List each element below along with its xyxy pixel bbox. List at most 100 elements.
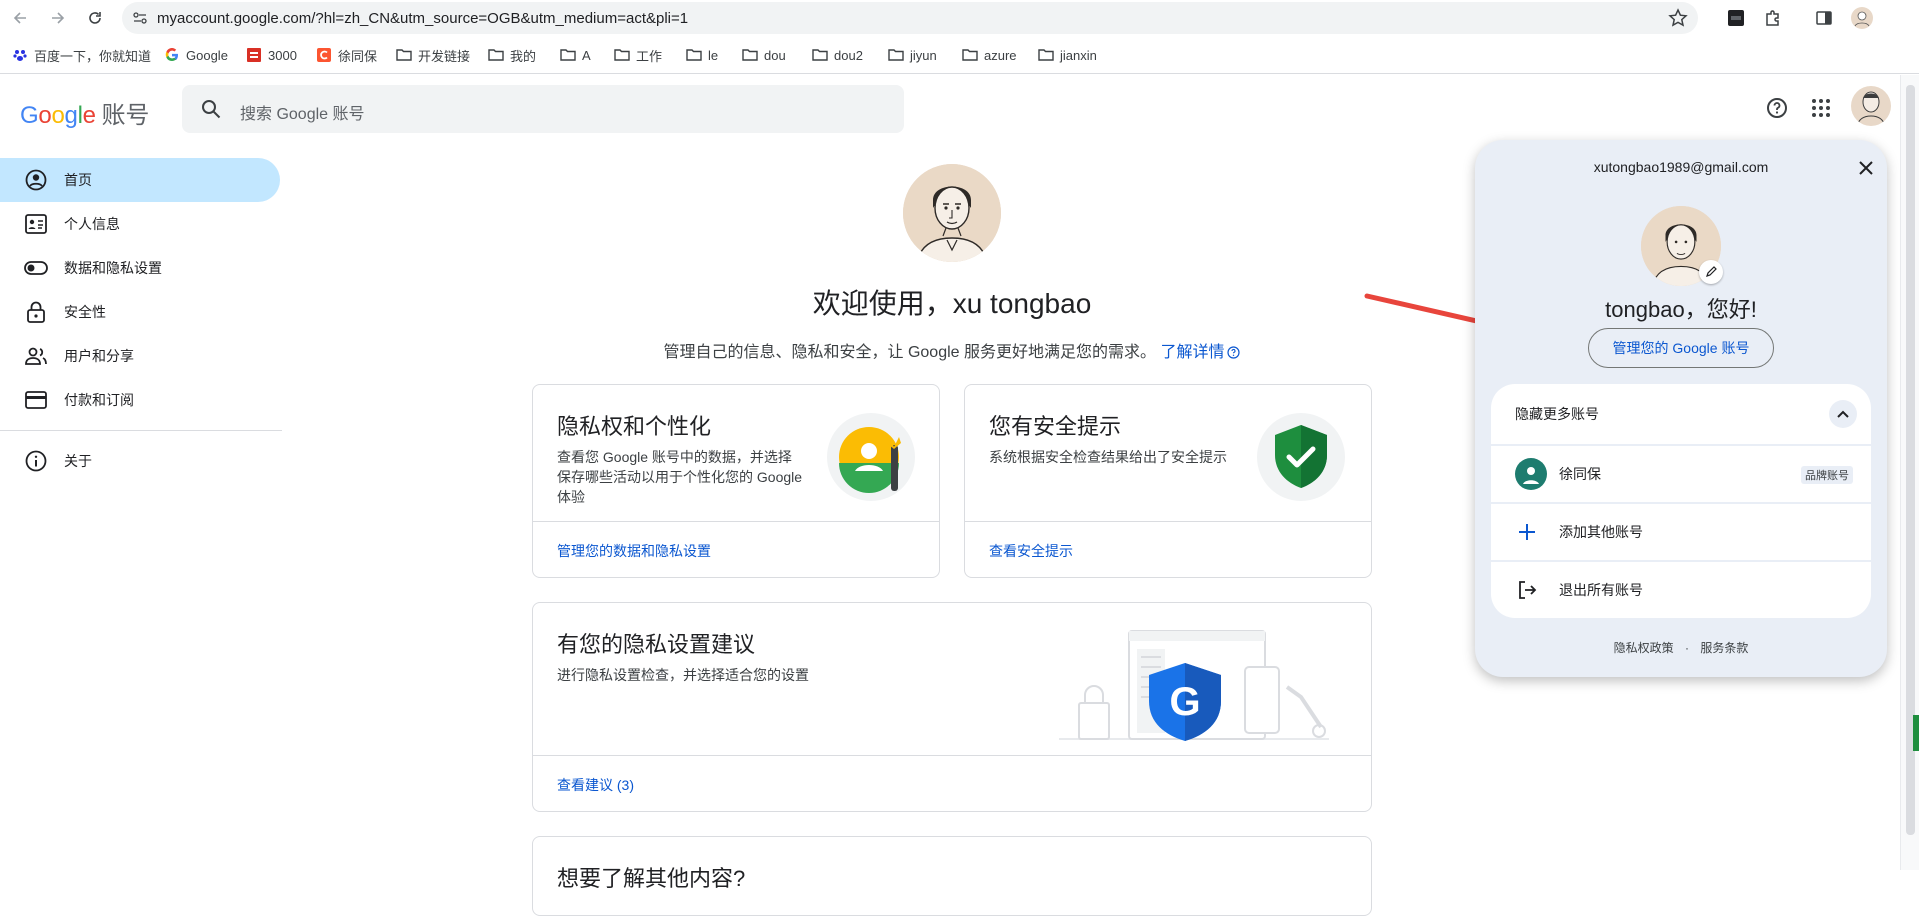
search-input[interactable]: 搜索 Google 账号 xyxy=(182,85,904,133)
privacy-policy-link[interactable]: 隐私权政策 xyxy=(1614,641,1674,655)
learn-more-link[interactable]: 了解详情 xyxy=(1160,344,1241,364)
extension-app-icon xyxy=(1727,9,1745,27)
c-logo-icon xyxy=(316,47,332,63)
page-scrollbar[interactable] xyxy=(1900,75,1919,870)
popup-footer: 隐私权政策 · 服务条款 xyxy=(1475,639,1887,656)
account-menu-popup: xutongbao1989@gmail.com tongbao，您好! 管理您的… xyxy=(1475,140,1887,677)
view-suggestions-link[interactable]: 查看建议 (3) xyxy=(557,775,634,795)
bookmark-label: 开发链接 xyxy=(418,48,471,64)
sidebar-item-home[interactable]: 首页 xyxy=(0,158,280,202)
account-avatar-button[interactable] xyxy=(1851,86,1891,126)
sidebar-item-label: 付款和订阅 xyxy=(64,392,134,408)
bookmark-folder[interactable]: 工作 xyxy=(614,45,662,65)
bookmark-label: jiyun xyxy=(910,47,937,63)
folder-icon xyxy=(488,47,504,63)
profile-photo[interactable] xyxy=(903,164,1001,262)
sidebar-item-about[interactable]: 关于 xyxy=(0,439,282,483)
bookmark-baidu[interactable]: 百度一下，你就知道 xyxy=(12,45,151,65)
terms-of-service-link[interactable]: 服务条款 xyxy=(1700,641,1748,655)
forward-button[interactable] xyxy=(46,6,70,30)
edit-photo-button[interactable] xyxy=(1699,260,1723,284)
paw-icon xyxy=(12,47,28,63)
manage-account-button[interactable]: 管理您的 Google 账号 xyxy=(1588,328,1774,368)
profile-button[interactable] xyxy=(1850,6,1874,30)
bookmark-xutongbao[interactable]: 徐同保 xyxy=(316,45,377,65)
security-card[interactable]: 您有安全提示 系统根据安全检查结果给出了安全提示 查看安全提示 xyxy=(964,384,1372,578)
add-account-label: 添加其他账号 xyxy=(1559,524,1643,540)
hide-accounts-toggle[interactable]: 隐藏更多账号 xyxy=(1491,384,1871,444)
reload-icon xyxy=(87,10,103,26)
desc-line: 体验 xyxy=(557,489,585,505)
more-content-card[interactable]: 想要了解其他内容? xyxy=(532,836,1372,916)
apps-button[interactable] xyxy=(1809,96,1833,120)
bookmark-folder[interactable]: jiyun xyxy=(888,45,937,65)
back-button[interactable] xyxy=(8,6,32,30)
search-icon xyxy=(200,98,222,120)
sidebar-item-data-privacy[interactable]: 数据和隐私设置 xyxy=(0,246,282,290)
subtitle-text: 管理自己的信息、隐私和安全，让 Google 服务更好地满足您的需求。 xyxy=(663,344,1157,361)
account-row[interactable]: 徐同保 品牌账号 xyxy=(1491,446,1871,502)
folder-icon xyxy=(812,47,828,63)
sidebar-item-label: 首页 xyxy=(64,172,92,188)
bookmark-star-icon[interactable] xyxy=(1668,8,1688,28)
add-account-row[interactable]: 添加其他账号 xyxy=(1491,504,1871,560)
sign-out-all-row[interactable]: 退出所有账号 xyxy=(1491,562,1871,618)
sidebar-item-label: 用户和分享 xyxy=(64,348,134,364)
bookmark-folder[interactable]: le xyxy=(686,45,718,65)
extension-button[interactable] xyxy=(1724,6,1748,30)
folder-icon xyxy=(614,47,630,63)
sidebar-item-label: 关于 xyxy=(64,453,92,469)
bookmark-folder[interactable]: A xyxy=(560,45,591,65)
lock-icon xyxy=(24,300,48,324)
sidebar-item-people-sharing[interactable]: 用户和分享 xyxy=(0,334,282,378)
profile-avatar-icon xyxy=(1851,7,1873,29)
site-settings-icon[interactable] xyxy=(132,10,148,26)
bookmark-folder[interactable]: jianxin xyxy=(1038,45,1097,65)
toggle-icon xyxy=(24,256,48,280)
manage-data-privacy-link[interactable]: 管理您的数据和隐私设置 xyxy=(557,541,711,561)
google-g-icon xyxy=(164,47,180,63)
extensions-menu-button[interactable] xyxy=(1761,6,1785,30)
bookmark-folder[interactable]: dou xyxy=(742,45,786,65)
logo-letter: o xyxy=(38,102,52,129)
side-panel-button[interactable] xyxy=(1812,6,1836,30)
hide-accounts-label: 隐藏更多账号 xyxy=(1515,406,1599,422)
footer-separator: · xyxy=(1685,641,1689,655)
people-icon xyxy=(24,344,48,368)
sidebar-item-personal-info[interactable]: 个人信息 xyxy=(0,202,282,246)
close-button[interactable] xyxy=(1854,156,1878,180)
bookmark-folder[interactable]: azure xyxy=(962,45,1017,65)
privacy-suggestions-card[interactable]: 有您的隐私设置建议 进行隐私设置检查，并选择适合您的设置 G 查看建议 (3) xyxy=(532,602,1372,812)
google-account-logo[interactable]: Google 账号 xyxy=(20,95,149,130)
sign-out-all-label: 退出所有账号 xyxy=(1559,582,1643,598)
sidebar-item-payments[interactable]: 付款和订阅 xyxy=(0,378,282,422)
avatar-sketch-icon xyxy=(903,164,1001,262)
info-icon xyxy=(24,449,48,473)
desc-line: 保存哪些活动以用于个性化您的 Google xyxy=(557,469,803,485)
bookmark-google[interactable]: Google xyxy=(164,45,228,65)
sidebar-item-security[interactable]: 安全性 xyxy=(0,290,282,334)
arrow-left-icon xyxy=(12,10,28,26)
browser-toolbar: myaccount.google.com/?hl=zh_CN&utm_sourc… xyxy=(0,0,1919,36)
bookmark-folder[interactable]: dou2 xyxy=(812,45,863,65)
card-footer: 查看建议 (3) xyxy=(533,755,1371,811)
bookmark-folder[interactable]: 开发链接 xyxy=(396,45,470,65)
help-button[interactable] xyxy=(1765,96,1789,120)
url-text[interactable]: myaccount.google.com/?hl=zh_CN&utm_sourc… xyxy=(157,10,688,27)
red-box-icon xyxy=(246,47,262,63)
app-header: Google 账号 搜索 Google 账号 xyxy=(0,75,1900,141)
pencil-icon xyxy=(1705,266,1717,278)
logo-letter: o xyxy=(51,102,65,129)
badge-icon xyxy=(24,212,48,236)
address-bar[interactable]: myaccount.google.com/?hl=zh_CN&utm_sourc… xyxy=(122,2,1698,34)
privacy-card[interactable]: 隐私权和个性化 查看您 Google 账号中的数据，并选择 保存哪些活动以用于个… xyxy=(532,384,940,578)
bookmark-3000[interactable]: 3000 xyxy=(246,45,297,65)
credit-card-icon xyxy=(24,388,48,412)
view-security-tips-link[interactable]: 查看安全提示 xyxy=(989,541,1073,561)
help-circle-icon xyxy=(1227,346,1241,364)
reload-button[interactable] xyxy=(83,6,107,30)
account-name: 徐同保 xyxy=(1559,466,1601,482)
sidebar-item-label: 数据和隐私设置 xyxy=(64,260,162,276)
bookmark-label: 我的 xyxy=(510,48,537,64)
bookmark-folder[interactable]: 我的 xyxy=(488,45,536,65)
